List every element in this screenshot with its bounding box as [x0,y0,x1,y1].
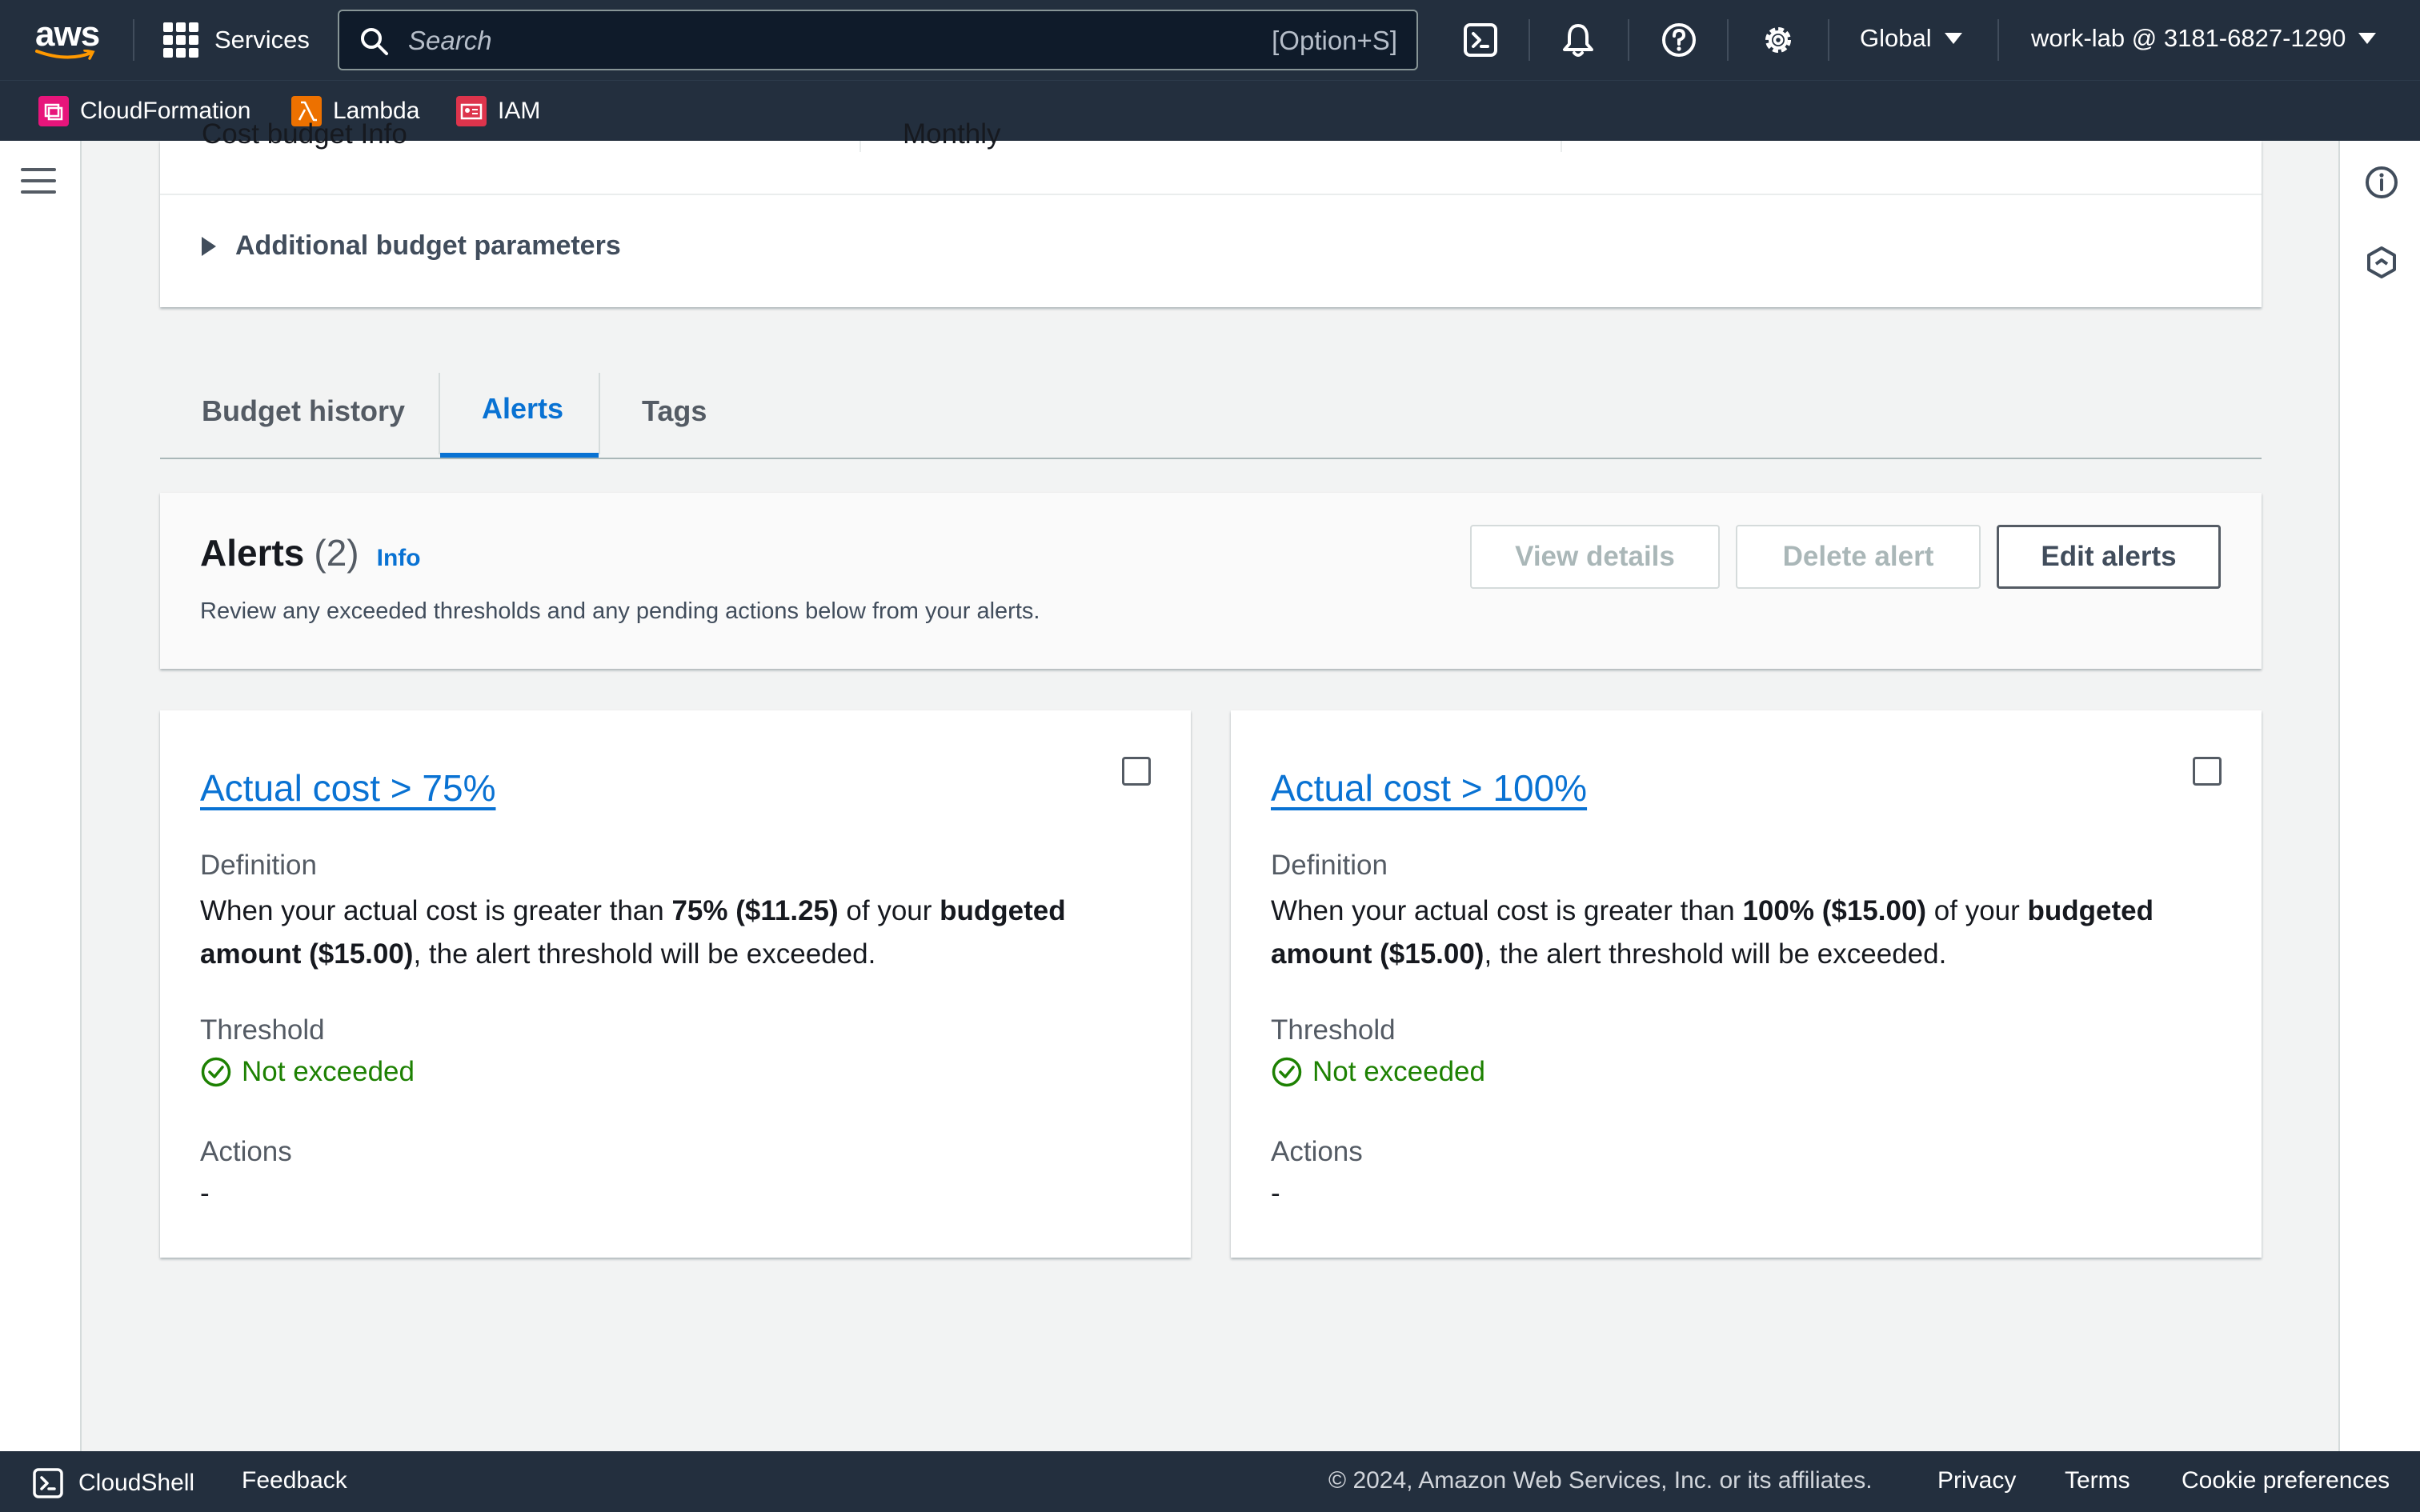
alert-select-checkbox[interactable] [1122,757,1151,786]
definition-label: Definition [1271,850,1388,881]
help-icon[interactable] [1660,21,1698,59]
caret-down-icon [1944,33,1962,44]
actions-label: Actions [200,1136,292,1167]
search-icon [361,28,388,55]
definition-label: Definition [200,850,317,881]
actions-value: - [1271,1178,1280,1209]
iam-icon [456,96,487,126]
footer: CloudShell Feedback © 2024, Amazon Web S… [0,1451,2420,1512]
section-divider [160,194,2262,195]
caret-right-icon [202,236,216,256]
alert-definition: When your actual cost is greater than 10… [1271,895,2154,970]
tab-alerts[interactable]: Alerts [440,365,599,458]
threshold-status: Not exceeded [1271,1056,1485,1088]
cloudshell-icon[interactable] [1461,21,1500,59]
terms-link[interactable]: Terms [2065,1467,2130,1494]
alert-card: Actual cost > 100% Definition When your … [1231,710,2262,1258]
copyright-text: © 2024, Amazon Web Services, Inc. or its… [1328,1467,1873,1494]
cloudshell-footer-button[interactable]: CloudShell [32,1467,194,1499]
alert-title-link[interactable]: Actual cost > 100% [1271,766,1587,810]
account-menu[interactable]: work-lab @ 3181-6827-1290 [2031,24,2377,53]
top-navigation: aws Services [Option+S] [0,0,2420,80]
edit-alerts-button[interactable]: Edit alerts [1997,525,2221,589]
assistant-hexagon-icon[interactable] [2364,245,2399,280]
check-circle-icon [1272,1057,1302,1087]
delete-alert-button[interactable]: Delete alert [1736,525,1981,589]
alert-definition: When your actual cost is greater than 75… [200,895,1066,970]
hamburger-menu-icon[interactable] [21,168,56,197]
actions-value: - [200,1178,210,1209]
search-input[interactable] [407,22,1127,59]
search-shortcut-hint: [Option+S] [1272,26,1397,55]
info-icon[interactable] [2364,165,2399,200]
threshold-label: Threshold [1271,1014,1396,1046]
check-circle-icon [201,1057,231,1087]
caret-down-icon [2358,33,2377,44]
aws-logo[interactable]: aws [35,14,100,54]
threshold-status-text: Not exceeded [242,1056,415,1087]
cloudshell-label: CloudShell [78,1470,195,1496]
alerts-description: Review any exceeded thresholds and any p… [200,598,1040,624]
tab-bar: Budget history Alerts Tags [160,365,2262,459]
nav-divider [1628,19,1629,61]
privacy-link[interactable]: Privacy [1937,1467,2016,1494]
threshold-status: Not exceeded [200,1056,415,1088]
expander-label: Additional budget parameters [235,230,621,261]
cloudformation-icon [38,96,69,126]
alert-title-link[interactable]: Actual cost > 75% [200,766,495,810]
alerts-header-container: Alerts (2) Info Review any exceeded thre… [160,493,2262,669]
right-tools-panel [2338,141,2420,1451]
column-divider [1561,141,1562,152]
view-details-button[interactable]: View details [1470,525,1720,589]
tab-budget-history[interactable]: Budget history [160,365,447,458]
nav-divider [133,19,134,61]
aws-smile-icon [35,50,95,60]
favorite-label: IAM [498,98,541,124]
region-label: Global [1860,24,1932,52]
favorite-iam[interactable]: IAM [456,95,540,127]
nav-divider [1997,19,1999,61]
search-bar[interactable]: [Option+S] [338,10,1418,70]
period-value: Monthly [903,118,1001,150]
bell-icon[interactable] [1559,21,1597,59]
region-selector[interactable]: Global [1860,24,1962,53]
services-menu-button[interactable]: Services [163,22,310,58]
threshold-label: Threshold [200,1014,325,1046]
cloudshell-icon [33,1468,63,1498]
cookie-preferences-link[interactable]: Cookie preferences [2182,1467,2390,1494]
alert-card: Actual cost > 75% Definition When your a… [160,710,1191,1258]
alerts-title: Alerts [200,532,305,574]
alerts-count: (2) [314,532,359,574]
left-side-navigation [0,141,82,1451]
cost-budget-label: Cost budget Info [202,118,407,150]
info-link[interactable]: Info [377,545,421,572]
account-label: work-lab @ 3181-6827-1290 [2031,24,2346,52]
budget-details-card: Cost budget Info Monthly Additional budg… [160,118,2262,307]
additional-budget-parameters-expander[interactable]: Additional budget parameters [202,230,621,262]
services-label: Services [214,26,310,54]
settings-icon[interactable] [1759,21,1797,59]
alert-select-checkbox[interactable] [2193,757,2222,786]
grid-icon [163,22,198,58]
feedback-link[interactable]: Feedback [242,1467,347,1494]
tab-tags[interactable]: Tags [600,365,748,458]
actions-label: Actions [1271,1136,1363,1167]
nav-divider [1529,19,1530,61]
nav-divider [1727,19,1729,61]
alerts-heading: Alerts (2) Info [200,531,421,574]
threshold-status-text: Not exceeded [1312,1056,1485,1087]
nav-divider [1828,19,1829,61]
column-divider [859,141,861,152]
